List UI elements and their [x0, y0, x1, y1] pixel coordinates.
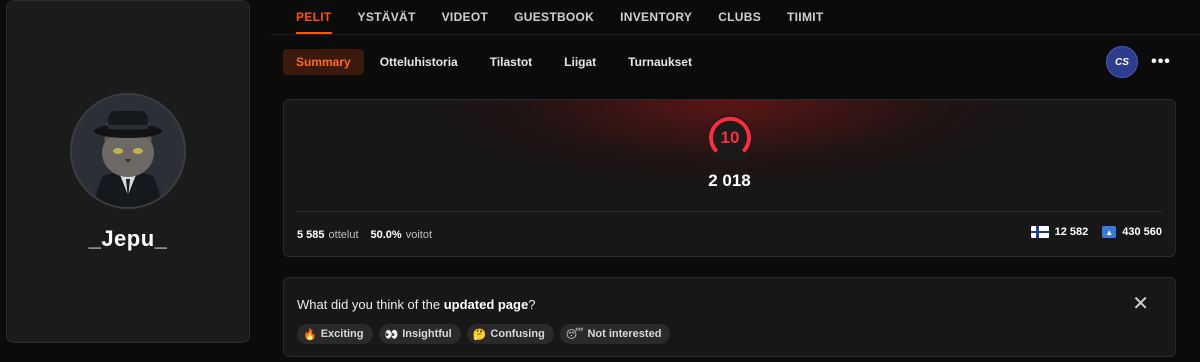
matches-label: ottelut — [328, 229, 359, 241]
tab-inventory[interactable]: INVENTORY — [607, 0, 705, 34]
skill-level-number: 10 — [720, 128, 740, 147]
subtab-tilastot[interactable]: Tilastot — [474, 49, 548, 75]
subtab-summary[interactable]: Summary — [283, 49, 364, 75]
elo-value: 2 018 — [708, 171, 751, 190]
thinking-face-icon: 🤔 — [472, 328, 487, 341]
country-rank[interactable]: 12 582 — [1030, 226, 1089, 238]
feedback-options: 🔥 Exciting 👀 Insightful 🤔 Confusing 😴 No… — [297, 324, 671, 344]
avatar-image — [72, 95, 184, 207]
feedback-exciting-button[interactable]: 🔥 Exciting — [297, 324, 373, 344]
sub-tabs: Summary Otteluhistoria Tilastot Liigat T… — [283, 49, 708, 75]
stats-summary: 5 585 ottelut 50.0% voitot — [297, 229, 432, 241]
tab-ystavat[interactable]: YSTÄVÄT — [345, 0, 429, 34]
feedback-panel: What did you think of the updated page? … — [283, 277, 1176, 357]
feedback-option-label: Exciting — [320, 328, 364, 340]
feedback-question: What did you think of the updated page? — [297, 297, 535, 312]
subtab-otteluhistoria[interactable]: Otteluhistoria — [364, 49, 474, 75]
subtab-turnaukset[interactable]: Turnaukset — [612, 49, 708, 75]
feedback-question-bold: updated page — [443, 297, 529, 312]
tab-clubs[interactable]: CLUBS — [705, 0, 774, 34]
region-rank[interactable]: ▲ 430 560 — [1102, 226, 1162, 238]
game-actions: CS ••• — [1106, 46, 1176, 78]
game-logo-text: CS — [1115, 56, 1129, 68]
winrate-label: voitot — [405, 229, 432, 241]
tab-tiimit[interactable]: TIIMIT — [774, 0, 836, 34]
feedback-option-label: Insightful — [402, 328, 452, 340]
feedback-confusing-button[interactable]: 🤔 Confusing — [466, 324, 554, 344]
nav-divider — [270, 34, 1200, 35]
close-icon[interactable]: ✕ — [1132, 294, 1149, 314]
eyes-icon: 👀 — [384, 328, 399, 341]
subtab-liigat[interactable]: Liigat — [548, 49, 612, 75]
tab-pelit[interactable]: PELIT — [283, 0, 345, 34]
more-options-button[interactable]: ••• — [1146, 47, 1176, 77]
region-rank-icon: ▲ — [1102, 226, 1117, 238]
skill-level-badge: 10 — [706, 114, 754, 162]
tab-guestbook[interactable]: GUESTBOOK — [501, 0, 607, 34]
feedback-question-prefix: What did you think of the — [297, 297, 444, 312]
feedback-option-label: Confusing — [490, 328, 545, 340]
winrate-stat: 50.0% voitot — [371, 229, 433, 241]
stats-panel: 10 2 018 5 585 ottelut 50.0% voitot 12 582… — [283, 99, 1176, 257]
country-rank-value: 12 582 — [1054, 226, 1089, 238]
username: _Jepu_ — [88, 226, 168, 251]
sleepy-face-icon: 😴 — [565, 328, 584, 341]
cs-game-icon[interactable]: CS — [1106, 46, 1138, 78]
feedback-question-suffix: ? — [528, 297, 536, 312]
feedback-option-label: Not interested — [587, 328, 662, 340]
finland-flag-icon — [1030, 226, 1049, 238]
region-rank-value: 430 560 — [1122, 226, 1162, 238]
tab-videot[interactable]: VIDEOT — [429, 0, 501, 34]
avatar[interactable] — [70, 93, 186, 209]
fire-icon: 🔥 — [303, 328, 317, 341]
feedback-not-interested-button[interactable]: 😴 Not interested — [559, 324, 671, 344]
profile-card: _Jepu_ — [6, 0, 250, 343]
top-nav: PELIT YSTÄVÄT VIDEOT GUESTBOOK INVENTORY… — [283, 0, 837, 34]
winrate-value: 50.0% — [370, 229, 402, 241]
rankings: 12 582 ▲ 430 560 — [1030, 226, 1162, 238]
matches-stat: 5 585 ottelut — [297, 229, 359, 241]
feedback-insightful-button[interactable]: 👀 Insightful — [378, 324, 461, 344]
matches-value: 5 585 — [297, 229, 325, 241]
stats-divider — [297, 211, 1162, 212]
